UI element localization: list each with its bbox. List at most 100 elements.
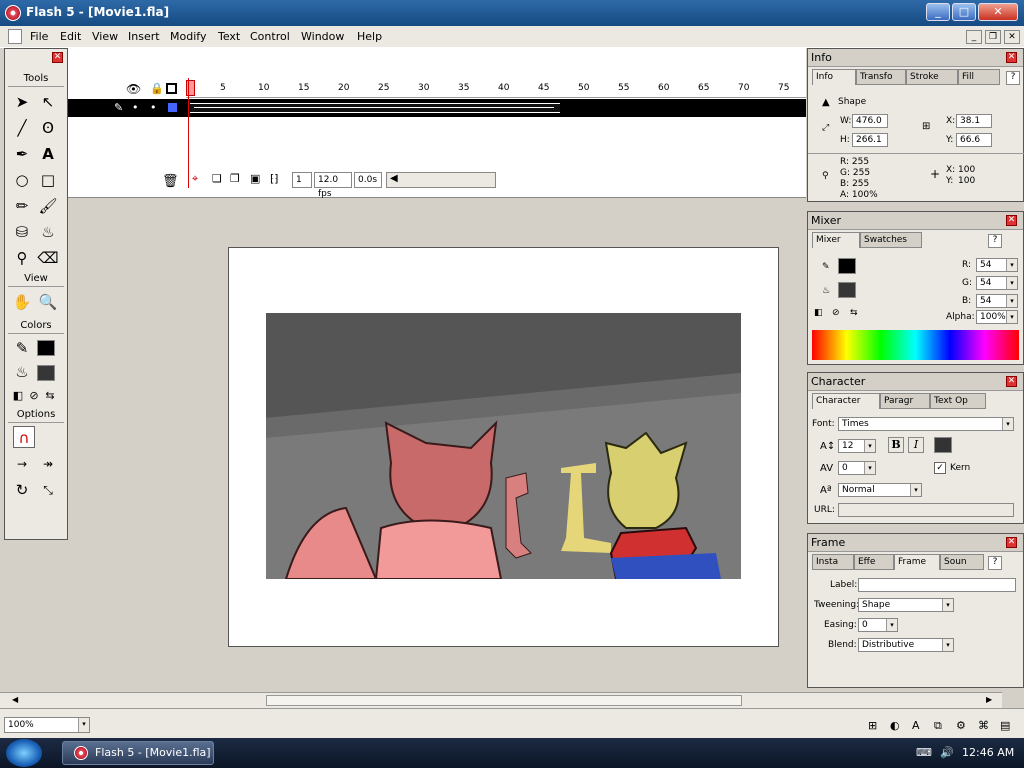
tab-swatches[interactable]: Swatches [860, 232, 922, 248]
character-close-icon[interactable]: ✕ [1006, 376, 1017, 387]
horizontal-scrollbar[interactable]: ◀ ▶ [0, 692, 1002, 708]
dropdown-arrow-icon[interactable]: ▾ [864, 440, 875, 452]
dropper-tool-icon[interactable]: ⚲ [11, 247, 33, 269]
tab-paragraph[interactable]: Paragr [880, 393, 930, 409]
arrow-tool-icon[interactable]: ➤ [11, 91, 33, 113]
mixer-swap-icon[interactable]: ⇆ [850, 308, 858, 318]
line-tool-icon[interactable]: ╱ [11, 117, 33, 139]
fill-color-swatch[interactable] [37, 365, 55, 381]
zoom-tool-icon[interactable]: 🔍 [37, 291, 59, 313]
launcher-library-icon[interactable]: ▤ [1000, 719, 1010, 732]
hand-tool-icon[interactable]: ✋ [11, 291, 33, 313]
launcher-info-icon[interactable]: ⊞ [868, 719, 877, 732]
mixer-help-icon[interactable]: ? [988, 234, 1002, 248]
eye-icon[interactable]: 👁 [126, 82, 141, 96]
launcher-character-icon[interactable]: A [912, 719, 920, 732]
dropdown-arrow-icon[interactable]: ▾ [1002, 418, 1013, 430]
y-field[interactable]: 66.6 [956, 133, 992, 147]
layer-lock-dot[interactable]: • [150, 101, 157, 114]
mixer-fill-swatch[interactable] [838, 282, 856, 298]
tab-mixer[interactable]: Mixer [812, 232, 860, 248]
dropdown-arrow-icon[interactable]: ▾ [1006, 259, 1017, 271]
frame-help-icon[interactable]: ? [988, 556, 1002, 570]
scroll-left-icon[interactable]: ◀ [12, 695, 18, 704]
ink-bottle-icon[interactable]: ⛁ [11, 221, 33, 243]
mixer-default-icon[interactable]: ◧ [814, 308, 823, 318]
brush-tool-icon[interactable]: 🖌 [37, 195, 59, 217]
zoom-select[interactable]: 100% ▾ [4, 717, 90, 733]
dropdown-arrow-icon[interactable]: ▾ [942, 599, 953, 611]
layer-row[interactable]: ✎ • • [68, 99, 806, 117]
tab-frame[interactable]: Frame [894, 554, 940, 570]
keyboard-icon[interactable]: ⌨ [916, 746, 932, 759]
close-button[interactable]: ✕ [978, 3, 1018, 21]
frame-label-field[interactable] [858, 578, 1016, 592]
dropdown-arrow-icon[interactable]: ▾ [886, 619, 897, 631]
doc-close-icon[interactable]: ✕ [1004, 30, 1020, 44]
scroll-left-icon[interactable]: ◀ [390, 173, 398, 184]
tab-fill[interactable]: Fill [958, 69, 1000, 85]
info-help-icon[interactable]: ? [1006, 71, 1020, 85]
scale-icon[interactable]: ⤡ [37, 479, 59, 501]
mixer-none-icon[interactable]: ⊘ [832, 308, 840, 318]
document-icon[interactable] [8, 29, 22, 44]
doc-restore-icon[interactable]: ❐ [985, 30, 1001, 44]
color-spectrum[interactable] [812, 330, 1019, 360]
tab-stroke[interactable]: Stroke [906, 69, 958, 85]
tab-instance[interactable]: Insta [812, 554, 854, 570]
clock[interactable]: 12:46 AM [962, 746, 1014, 759]
mixer-alpha-field[interactable]: 100% ▾ [976, 310, 1018, 324]
launcher-mixer-icon[interactable]: ◐ [890, 719, 900, 732]
easing-field[interactable]: 0 ▾ [858, 618, 898, 632]
x-field[interactable]: 38.1 [956, 114, 992, 128]
mixer-close-icon[interactable]: ✕ [1006, 215, 1017, 226]
trash-icon[interactable]: 🗑 [162, 174, 179, 189]
maximize-button[interactable]: □ [952, 3, 976, 21]
rotate-icon[interactable]: ↻ [11, 479, 33, 501]
menu-text[interactable]: Text [218, 30, 240, 43]
registration-grid-icon[interactable]: ⊞ [922, 121, 930, 132]
tab-transform[interactable]: Transfo [856, 69, 906, 85]
minimize-button[interactable]: _ [926, 3, 950, 21]
menu-window[interactable]: Window [301, 30, 344, 43]
menu-view[interactable]: View [92, 30, 118, 43]
outline-icon[interactable] [166, 83, 177, 94]
info-close-icon[interactable]: ✕ [1006, 52, 1017, 63]
doc-minimize-icon[interactable]: _ [966, 30, 982, 44]
pencil-tool-icon[interactable]: ✏ [11, 195, 33, 217]
bold-button[interactable]: B [888, 437, 904, 453]
menu-help[interactable]: Help [357, 30, 382, 43]
blend-select[interactable]: Distributive ▾ [858, 638, 954, 652]
artwork-bitmap[interactable] [266, 313, 741, 580]
edit-multiple-icon[interactable]: ▣ [250, 172, 260, 185]
layer-color-icon[interactable] [168, 103, 177, 112]
tracking-field[interactable]: 0 ▾ [838, 461, 876, 475]
height-field[interactable]: 266.1 [852, 133, 888, 147]
mixer-b-field[interactable]: 54 ▾ [976, 294, 1018, 308]
onion-markers-icon[interactable]: ⁅⁆ [270, 172, 279, 185]
menu-control[interactable]: Control [250, 30, 290, 43]
tools-close-icon[interactable]: ✕ [52, 52, 63, 63]
width-field[interactable]: 476.0 [852, 114, 888, 128]
onion-skin-icon[interactable]: ❏ [212, 172, 222, 185]
launcher-movie-explorer-icon[interactable]: ⌘ [978, 719, 989, 732]
dropdown-arrow-icon[interactable]: ▾ [910, 484, 921, 496]
tab-character[interactable]: Character [812, 393, 880, 409]
smooth-icon[interactable]: → [11, 453, 33, 475]
menu-modify[interactable]: Modify [170, 30, 206, 43]
menu-edit[interactable]: Edit [60, 30, 81, 43]
dropdown-arrow-icon[interactable]: ▾ [1006, 277, 1017, 289]
oval-tool-icon[interactable]: ○ [11, 169, 33, 191]
pen-tool-icon[interactable]: ✒ [11, 143, 33, 165]
straighten-icon[interactable]: ↠ [37, 453, 59, 475]
volume-icon[interactable]: 🔊 [940, 746, 954, 759]
launcher-instance-icon[interactable]: ⧉ [934, 719, 942, 733]
font-size-field[interactable]: 12 ▾ [838, 439, 876, 453]
menu-insert[interactable]: Insert [128, 30, 160, 43]
tween-span[interactable] [190, 103, 560, 113]
url-field[interactable] [838, 503, 1014, 517]
scroll-right-icon[interactable]: ▶ [986, 695, 992, 704]
timeline-scrollbar[interactable] [386, 172, 496, 188]
subselect-tool-icon[interactable]: ↖ [37, 91, 59, 113]
mixer-r-field[interactable]: 54 ▾ [976, 258, 1018, 272]
